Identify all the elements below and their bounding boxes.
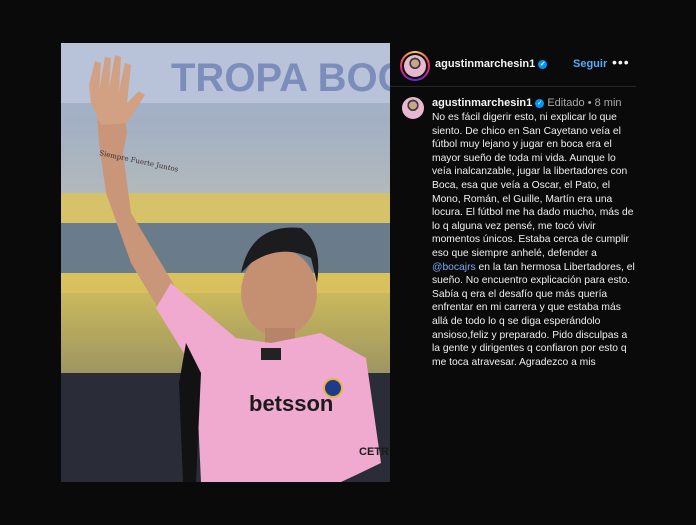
post-timestamp[interactable]: 8 min — [595, 97, 622, 109]
caption-username[interactable]: agustinmarchesin1 — [432, 97, 532, 109]
author-username-text[interactable]: agustinmarchesin1 — [435, 58, 535, 70]
caption-text-part-1: No es fácil digerir esto, ni explicar lo… — [432, 112, 634, 259]
verified-badge-icon: ✓ — [535, 98, 545, 108]
player-face — [241, 249, 317, 337]
caption-avatar[interactable] — [402, 97, 424, 119]
separator-dot: • — [587, 97, 592, 109]
post-header: agustinmarchesin1 ✓ Seguir ••• — [390, 43, 636, 87]
jersey-sponsor: betsson — [249, 391, 333, 416]
stadium-blue-stripe — [61, 223, 390, 273]
stadium-banner-text: TROPA BOC — [171, 56, 390, 100]
more-options-icon[interactable]: ••• — [612, 54, 630, 70]
post-side-panel: agustinmarchesin1 ✓ Seguir ••• agustinmar… — [390, 43, 636, 482]
caption-text-part-2: en la tan hermosa Libertadores, el sueño… — [432, 261, 635, 368]
verified-badge-icon: ✓ — [538, 59, 548, 69]
player-photo-illustration: TROPA BOC Siempre Fuerte Juntos betsson … — [61, 43, 390, 482]
caption-text: No es fácil digerir esto, ni explicar lo… — [432, 111, 638, 369]
caption-meta: agustinmarchesin1 ✓ Editado • 8 min — [432, 97, 622, 109]
jersey-sleeve-sponsor: CETR — [359, 446, 389, 458]
post-photo[interactable]: TROPA BOC Siempre Fuerte Juntos betsson … — [61, 43, 390, 482]
author-username[interactable]: agustinmarchesin1 ✓ — [435, 58, 548, 70]
author-avatar[interactable] — [400, 51, 430, 81]
edited-label: Editado — [547, 97, 585, 109]
mention-link[interactable]: @bocajrs — [432, 262, 476, 273]
follow-button[interactable]: Seguir — [573, 58, 607, 70]
adidas-logo — [261, 348, 281, 360]
